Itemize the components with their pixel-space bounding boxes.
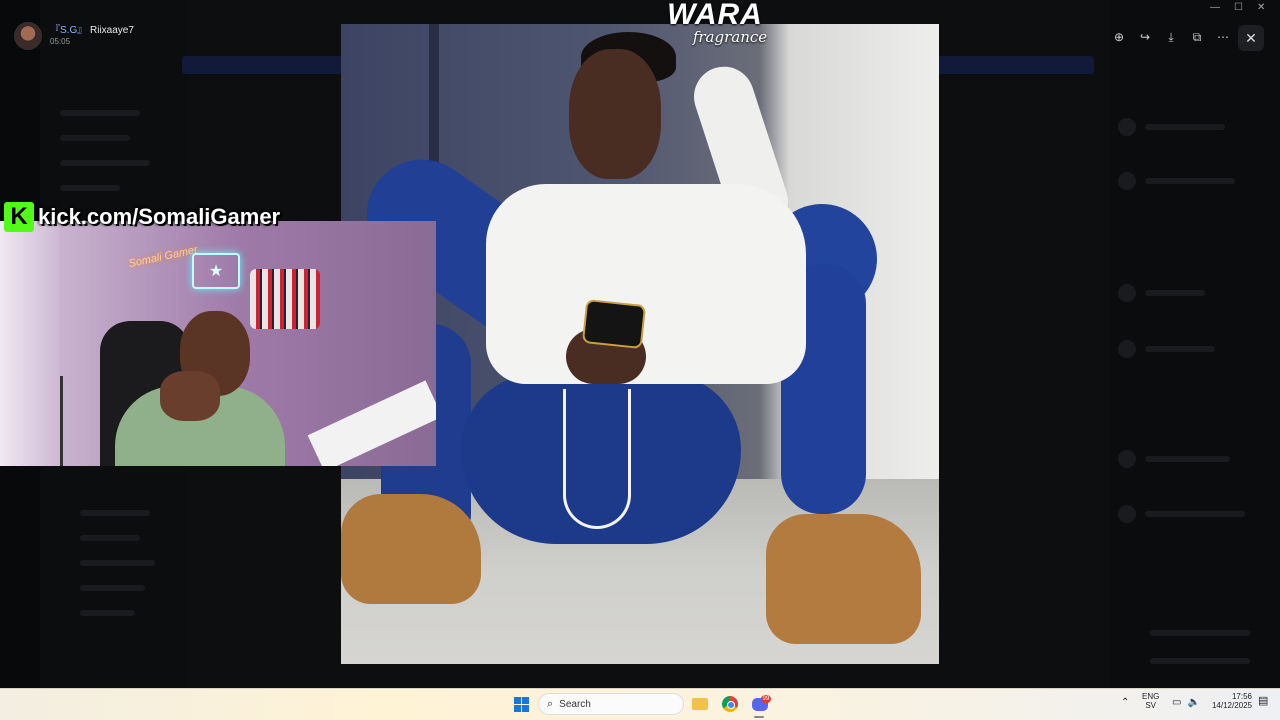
forward-icon[interactable]: ↪ xyxy=(1134,26,1156,48)
clock-date: 14/12/2025 xyxy=(1211,701,1252,710)
kick-channel-link: K kick.com/SomaliGamer xyxy=(4,202,280,232)
taskbar-search-input[interactable]: ⌕ Search xyxy=(538,693,684,715)
webcam-monitor xyxy=(307,380,436,466)
star-icon: ★ xyxy=(208,263,224,280)
member-avatar xyxy=(1118,340,1136,358)
maximize-icon[interactable]: ☐ xyxy=(1234,2,1243,13)
channel-placeholder xyxy=(60,135,130,141)
tray-icons: ▭ 🔈 xyxy=(1172,698,1200,708)
neon-sign-text: Somali Gamer xyxy=(127,243,199,271)
active-app-indicator xyxy=(754,716,764,718)
member-list xyxy=(1110,0,1280,688)
member-placeholder xyxy=(1150,630,1250,636)
member-placeholder xyxy=(1145,178,1235,184)
watermark-sub: fragrance xyxy=(692,28,768,46)
uploader-name: 『S.G』 Riixaaye7 xyxy=(50,25,134,37)
network-icon[interactable]: ▭ xyxy=(1172,698,1181,708)
uploader-info[interactable]: 『S.G』 Riixaaye7 05:05 xyxy=(14,22,134,50)
discord-notification-badge: 99 xyxy=(761,695,771,703)
window-controls: — ☐ ✕ xyxy=(1210,2,1265,13)
webcam-mic-stand xyxy=(60,376,63,466)
keyboard-layout: SV xyxy=(1145,701,1156,710)
file-explorer-icon[interactable] xyxy=(690,694,710,714)
avatar[interactable] xyxy=(14,22,42,50)
channel-placeholder xyxy=(80,585,145,591)
webcam-wall-jersey xyxy=(250,269,320,329)
neon-flag-sign: ★ xyxy=(192,253,240,289)
download-icon[interactable]: ⤓ xyxy=(1160,26,1182,48)
taskbar-clock[interactable]: 17:56 14/12/2025 xyxy=(1206,692,1252,710)
channel-placeholder xyxy=(80,510,150,516)
channel-placeholder xyxy=(80,610,135,616)
language-code: ENG xyxy=(1142,692,1160,701)
viewer-toolbar: ⊕ ↪ ⤓ ⧉ ⋯ xyxy=(1108,26,1234,48)
watermark-main: WARA xyxy=(667,0,763,31)
member-avatar xyxy=(1118,172,1136,190)
channel-placeholder xyxy=(60,185,120,191)
screen: — ☐ ✕ 『S.G』 Riixaaye7 05:05 ⊕ ↪ ⤓ ⧉ ⋯ ✕ xyxy=(0,0,1280,720)
minimize-icon[interactable]: — xyxy=(1210,2,1220,13)
search-placeholder: Search xyxy=(559,698,591,710)
volume-icon[interactable]: 🔈 xyxy=(1187,698,1199,708)
window-close-icon[interactable]: ✕ xyxy=(1257,2,1265,13)
chrome-icon[interactable] xyxy=(720,694,740,714)
member-placeholder xyxy=(1145,346,1215,352)
uploader-tag: 『S.G』 xyxy=(50,25,88,36)
channel-placeholder xyxy=(60,110,140,116)
zoom-in-icon[interactable]: ⊕ xyxy=(1108,26,1130,48)
language-indicator[interactable]: ENG SV xyxy=(1142,692,1159,710)
notification-icon[interactable]: ▤ xyxy=(1258,696,1268,707)
clock-time: 17:56 xyxy=(1231,692,1252,701)
member-placeholder xyxy=(1145,511,1245,517)
member-avatar xyxy=(1118,284,1136,302)
kick-url-text: kick.com/SomaliGamer xyxy=(38,204,281,229)
watermark: WARA fragrance xyxy=(650,0,780,46)
kick-logo-icon: K xyxy=(4,202,34,232)
channel-placeholder xyxy=(80,535,140,541)
upload-time: 05:05 xyxy=(50,37,71,46)
photo-head xyxy=(569,49,661,179)
close-icon[interactable]: ✕ xyxy=(1238,25,1264,51)
windows-start-icon[interactable] xyxy=(514,697,529,712)
photo-sandal xyxy=(766,514,921,644)
member-placeholder xyxy=(1145,290,1205,296)
photo-sandal xyxy=(341,494,481,604)
member-placeholder xyxy=(1145,124,1225,130)
webcam-streamer-hand xyxy=(160,371,220,421)
uploader-username: Riixaaye7 xyxy=(90,25,134,36)
open-external-icon[interactable]: ⧉ xyxy=(1186,26,1208,48)
member-avatar xyxy=(1118,450,1136,468)
webcam-overlay: Somali Gamer ★ xyxy=(0,221,436,466)
member-avatar xyxy=(1118,118,1136,136)
channel-placeholder xyxy=(80,560,155,566)
search-icon: ⌕ xyxy=(547,697,554,710)
photo-shirt xyxy=(486,184,806,384)
webcam-curtain xyxy=(0,221,60,466)
member-placeholder xyxy=(1150,658,1250,664)
channel-placeholder xyxy=(60,160,150,166)
photo-earphone-cable xyxy=(563,389,631,529)
member-avatar xyxy=(1118,505,1136,523)
member-placeholder xyxy=(1145,456,1230,462)
tray-overflow-chevron-icon[interactable]: ⌃ xyxy=(1121,698,1129,708)
photo-phone xyxy=(581,298,647,350)
more-icon[interactable]: ⋯ xyxy=(1212,26,1234,48)
